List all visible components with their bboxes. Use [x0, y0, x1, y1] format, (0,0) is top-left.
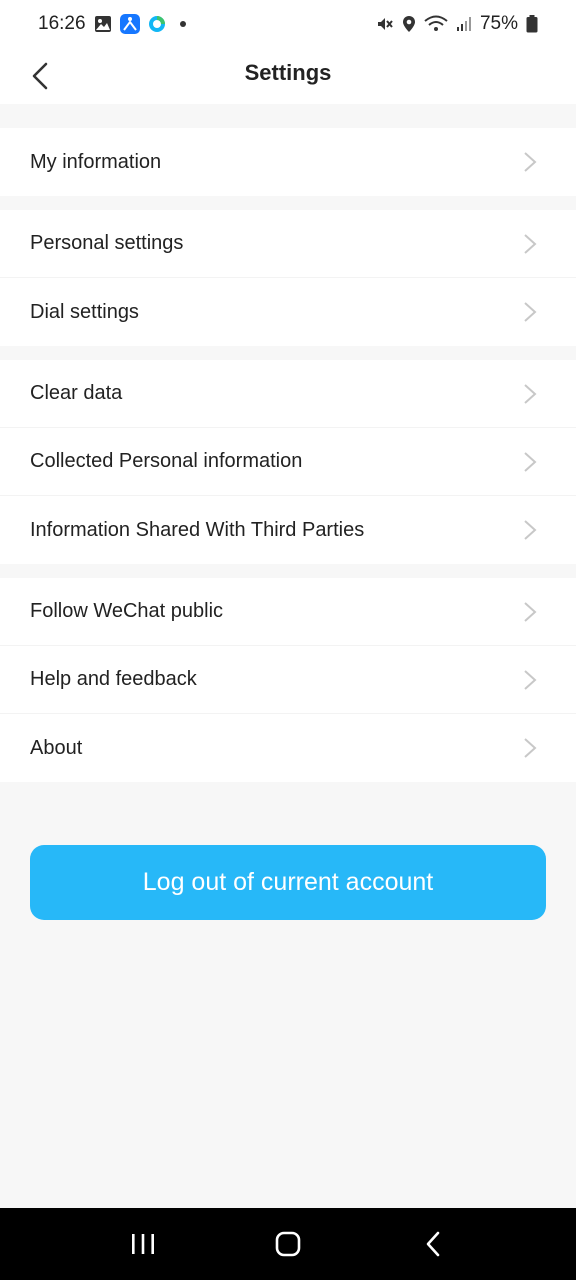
chevron-right-icon	[522, 736, 538, 760]
my-information-item[interactable]: My information	[0, 128, 576, 196]
home-button[interactable]	[258, 1214, 318, 1274]
location-icon	[402, 15, 416, 33]
app-notification-icon	[119, 14, 140, 34]
gallery-icon	[94, 15, 112, 33]
home-icon	[275, 1231, 301, 1257]
third-party-sharing-item[interactable]: Information Shared With Third Parties	[0, 496, 576, 564]
item-label: Dial settings	[30, 300, 139, 323]
help-feedback-item[interactable]: Help and feedback	[0, 646, 576, 714]
chevron-right-icon	[522, 150, 538, 174]
collected-personal-information-item[interactable]: Collected Personal information	[0, 428, 576, 496]
clear-data-item[interactable]: Clear data	[0, 360, 576, 428]
dot-icon	[179, 21, 186, 27]
item-label: About	[30, 736, 83, 759]
item-label: Personal settings	[30, 232, 184, 254]
follow-wechat-item[interactable]: Follow WeChat public	[0, 578, 576, 646]
settings-list: My information Personal settings Dial se…	[0, 104, 576, 782]
item-label: Information Shared With Third Parties	[30, 518, 365, 541]
settings-group-about: Follow WeChat public Help and feedback A…	[0, 578, 576, 782]
chevron-right-icon	[522, 518, 538, 542]
item-label: Follow WeChat public	[30, 600, 224, 622]
app-header: Settings	[0, 48, 576, 104]
chevron-right-icon	[522, 668, 538, 692]
status-time: 16:26	[38, 13, 86, 34]
status-bar: 16:26 75%	[0, 0, 576, 48]
back-icon	[427, 1231, 440, 1257]
battery-percent: 75%	[479, 13, 518, 34]
item-label: Collected Personal information	[30, 450, 303, 472]
chevron-right-icon	[522, 600, 538, 624]
system-nav-bar	[0, 1208, 576, 1280]
app-notification-icon-2	[148, 15, 166, 33]
dial-settings-item[interactable]: Dial settings	[0, 278, 576, 346]
chevron-right-icon	[522, 232, 538, 256]
group-divider	[0, 564, 576, 578]
system-back-button[interactable]	[403, 1214, 463, 1274]
status-bar-right: 75%	[376, 13, 538, 35]
settings-group-account: My information	[0, 128, 576, 196]
chevron-right-icon	[522, 450, 538, 474]
recent-apps-button[interactable]	[113, 1214, 173, 1274]
group-divider	[0, 346, 576, 360]
wifi-icon	[424, 15, 448, 33]
status-bar-left: 16:26	[38, 13, 186, 35]
mute-icon	[376, 15, 394, 33]
page-title: Settings	[244, 60, 332, 85]
settings-group-data: Clear data Collected Personal informatio…	[0, 360, 576, 564]
group-divider	[0, 196, 576, 210]
personal-settings-item[interactable]: Personal settings	[0, 210, 576, 278]
recent-apps-icon	[131, 1234, 154, 1254]
about-item[interactable]: About	[0, 714, 576, 782]
settings-group-personal: Personal settings Dial settings	[0, 210, 576, 346]
signal-icon	[456, 16, 472, 32]
battery-icon	[526, 15, 538, 33]
logout-button[interactable]: Log out of current account	[30, 845, 546, 920]
chevron-right-icon	[522, 382, 538, 406]
chevron-right-icon	[522, 300, 538, 324]
group-divider	[0, 104, 576, 128]
item-label: Help and feedback	[30, 668, 197, 690]
item-label: My information	[30, 150, 162, 173]
item-label: Clear data	[30, 382, 123, 404]
